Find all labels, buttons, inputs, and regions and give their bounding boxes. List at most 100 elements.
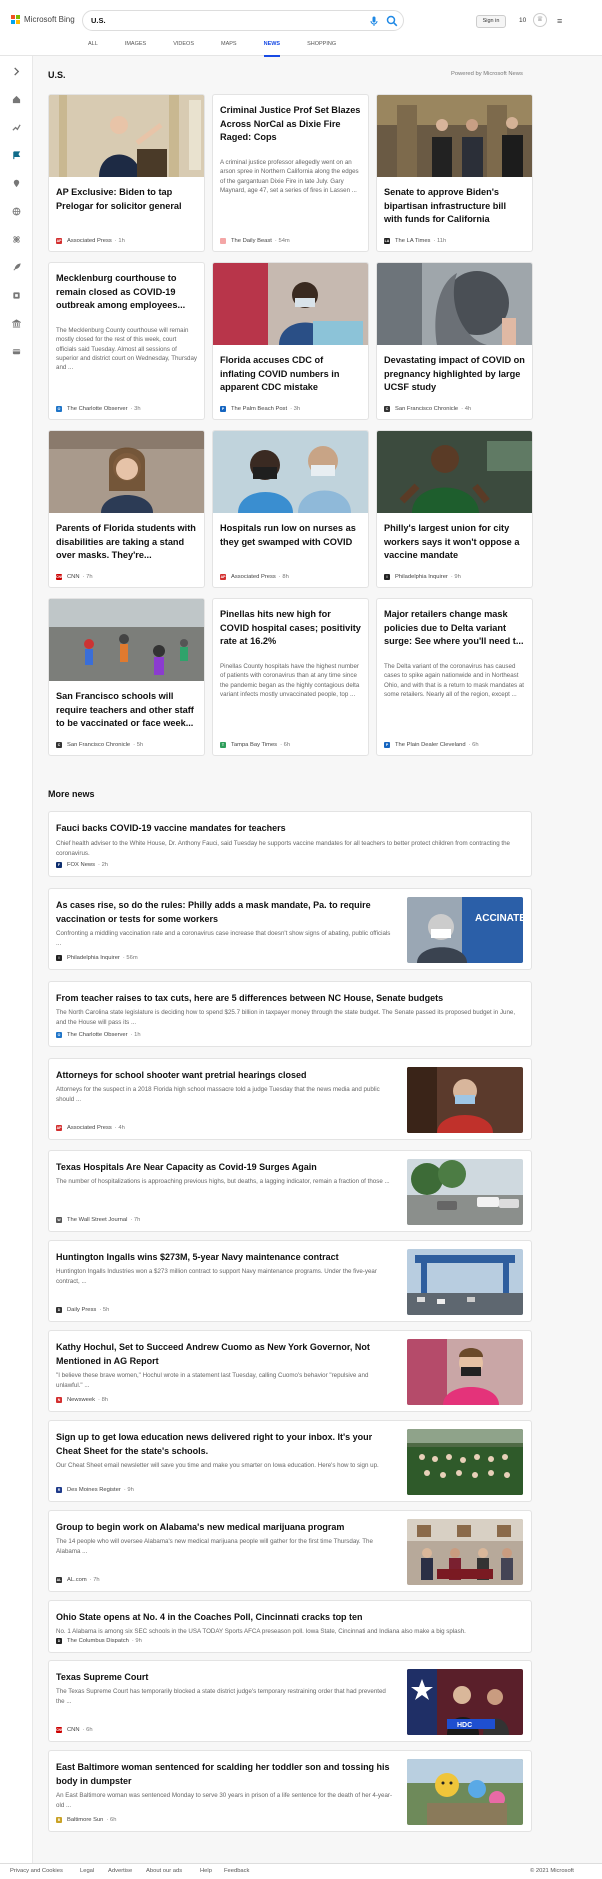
more-news-title[interactable]: Ohio State opens at No. 4 in the Coaches… [56, 1611, 523, 1625]
more-news-source[interactable]: N Newsweek · 8h [56, 1397, 108, 1403]
more-news-source[interactable]: D The Columbus Dispatch · 9h [56, 1638, 142, 1644]
search-input[interactable] [91, 14, 341, 27]
tab-images[interactable]: IMAGES [125, 41, 146, 53]
footer-link-legal[interactable]: Legal [80, 1868, 94, 1874]
footer-link-feedback[interactable]: Feedback [224, 1868, 249, 1874]
microphone-icon[interactable] [368, 15, 380, 27]
footer-link-help[interactable]: Help [200, 1868, 212, 1874]
news-card-source[interactable]: AP Associated Press · 8h [220, 574, 289, 580]
more-news-source[interactable]: W The Wall Street Journal · 7h [56, 1217, 140, 1223]
news-card[interactable]: Mecklenburg courthouse to remain closed … [48, 262, 205, 420]
more-news-item[interactable]: Texas Hospitals Are Near Capacity as Cov… [48, 1150, 532, 1232]
more-news-item[interactable]: Attorneys for school shooter want pretri… [48, 1058, 532, 1140]
footer-link-about-ads[interactable]: About our ads [146, 1868, 182, 1874]
tab-all[interactable]: ALL [88, 41, 98, 53]
more-news-item[interactable]: Kathy Hochul, Set to Succeed Andrew Cuom… [48, 1330, 532, 1412]
news-card[interactable]: Senate to approve Biden's bipartisan inf… [376, 94, 533, 252]
news-card-source[interactable]: P The Palm Beach Post · 3h [220, 406, 300, 412]
world-globe-icon[interactable] [11, 206, 22, 217]
more-news-item[interactable]: As cases rise, so do the rules: Philly a… [48, 888, 532, 970]
tab-shopping[interactable]: SHOPPING [307, 41, 336, 53]
trophy-icon[interactable]: ♕ [533, 13, 547, 27]
news-card[interactable]: Philly's largest union for city workers … [376, 430, 533, 588]
technology-rocket-icon[interactable] [11, 262, 22, 273]
more-news-source[interactable]: F FOX News · 2h [56, 862, 108, 868]
news-card[interactable]: San Francisco schools will require teach… [48, 598, 205, 756]
news-card-source[interactable]: O The Charlotte Observer · 3h [56, 406, 141, 412]
politics-building-icon[interactable] [11, 318, 22, 329]
us-news-flag-icon[interactable] [11, 150, 22, 161]
more-news-item[interactable]: Huntington Ingalls wins $273M, 5-year Na… [48, 1240, 532, 1322]
news-card-source[interactable]: C San Francisco Chronicle · 4h [384, 406, 471, 412]
news-card[interactable]: Criminal Justice Prof Set Blazes Across … [212, 94, 369, 252]
news-card-title[interactable]: Hospitals run low on nurses as they get … [220, 522, 361, 549]
news-card-source[interactable]: CNN CNN · 7h [56, 574, 93, 580]
bing-logo[interactable]: Microsoft Bing [11, 15, 75, 24]
news-card-source[interactable]: AP Associated Press · 1h [56, 238, 125, 244]
expand-rail-icon[interactable] [11, 66, 22, 77]
more-news-source[interactable]: AL AL.com · 7h [56, 1577, 100, 1583]
news-card[interactable]: Hospitals run low on nurses as they get … [212, 430, 369, 588]
more-news-item[interactable]: Ohio State opens at No. 4 in the Coaches… [48, 1600, 532, 1653]
news-card-title[interactable]: Major retailers change mask policies due… [384, 608, 525, 649]
news-card[interactable]: Pinellas hits new high for COVID hospita… [212, 598, 369, 756]
news-card-title[interactable]: Parents of Florida students with disabil… [56, 522, 197, 563]
more-news-title[interactable]: Group to begin work on Alabama's new med… [56, 1521, 395, 1535]
news-card-source[interactable]: LA The LA Times · 11h [384, 238, 446, 244]
science-icon[interactable] [11, 234, 22, 245]
more-news-title[interactable]: Huntington Ingalls wins $273M, 5-year Na… [56, 1251, 395, 1265]
news-card-source[interactable]: The Daily Beast · 54m [220, 238, 290, 244]
money-card-icon[interactable] [11, 346, 22, 357]
rewards-points[interactable]: 10 [519, 17, 526, 24]
more-news-source[interactable]: O The Charlotte Observer · 1h [56, 1032, 141, 1038]
news-card-title[interactable]: Devastating impact of COVID on pregnancy… [384, 354, 525, 395]
more-news-title[interactable]: Fauci backs COVID-19 vaccine mandates fo… [56, 822, 523, 836]
sign-in-button[interactable]: Sign in [476, 15, 506, 28]
news-card[interactable]: Parents of Florida students with disabil… [48, 430, 205, 588]
more-news-title[interactable]: Attorneys for school shooter want pretri… [56, 1069, 395, 1083]
trending-icon[interactable] [11, 122, 22, 133]
news-card-title[interactable]: Criminal Justice Prof Set Blazes Across … [220, 104, 361, 145]
more-news-title[interactable]: East Baltimore woman sentenced for scald… [56, 1761, 395, 1788]
entertainment-film-icon[interactable] [11, 290, 22, 301]
news-card-source[interactable]: C San Francisco Chronicle · 5h [56, 742, 143, 748]
location-pin-icon[interactable] [11, 178, 22, 189]
more-news-item[interactable]: Texas Supreme Court The Texas Supreme Co… [48, 1660, 532, 1742]
more-news-source[interactable]: D Daily Press · 5h [56, 1307, 109, 1313]
news-card-title[interactable]: Mecklenburg courthouse to remain closed … [56, 272, 197, 313]
news-card-title[interactable]: San Francisco schools will require teach… [56, 690, 197, 731]
more-news-title[interactable]: Texas Hospitals Are Near Capacity as Cov… [56, 1161, 395, 1175]
footer-link-privacy[interactable]: Privacy and Cookies [10, 1868, 63, 1874]
more-news-title[interactable]: Kathy Hochul, Set to Succeed Andrew Cuom… [56, 1341, 395, 1368]
news-card[interactable]: Florida accuses CDC of inflating COVID n… [212, 262, 369, 420]
more-news-item[interactable]: Sign up to get Iowa education news deliv… [48, 1420, 532, 1502]
news-card-source[interactable]: T Tampa Bay Times · 6h [220, 742, 290, 748]
more-news-source[interactable]: CNN CNN · 6h [56, 1727, 93, 1733]
more-news-title[interactable]: As cases rise, so do the rules: Philly a… [56, 899, 395, 926]
more-news-title[interactable]: Texas Supreme Court [56, 1671, 395, 1685]
home-icon[interactable] [11, 94, 22, 105]
news-card-source[interactable]: I Philadelphia Inquirer · 9h [384, 574, 461, 580]
tab-videos[interactable]: VIDEOS [173, 41, 194, 53]
more-news-item[interactable]: Fauci backs COVID-19 vaccine mandates fo… [48, 811, 532, 877]
more-news-item[interactable]: Group to begin work on Alabama's new med… [48, 1510, 532, 1592]
more-news-source[interactable]: R Des Moines Register · 9h [56, 1487, 134, 1493]
news-card-title[interactable]: Philly's largest union for city workers … [384, 522, 525, 563]
news-card[interactable]: Major retailers change mask policies due… [376, 598, 533, 756]
tab-maps[interactable]: MAPS [221, 41, 237, 53]
news-card-title[interactable]: Pinellas hits new high for COVID hospita… [220, 608, 361, 649]
menu-icon[interactable]: ≡ [557, 16, 562, 26]
news-card[interactable]: Devastating impact of COVID on pregnancy… [376, 262, 533, 420]
search-icon[interactable] [386, 15, 398, 27]
more-news-title[interactable]: Sign up to get Iowa education news deliv… [56, 1431, 395, 1458]
powered-by-label[interactable]: Powered by Microsoft News [451, 71, 523, 77]
more-news-source[interactable]: B Baltimore Sun · 6h [56, 1817, 116, 1823]
more-news-source[interactable]: AP Associated Press · 4h [56, 1125, 125, 1131]
footer-link-advertise[interactable]: Advertise [108, 1868, 132, 1874]
more-news-source[interactable]: I Philadelphia Inquirer · 56m [56, 955, 138, 961]
more-news-item[interactable]: From teacher raises to tax cuts, here ar… [48, 981, 532, 1047]
news-card-title[interactable]: AP Exclusive: Biden to tap Prelogar for … [56, 186, 197, 213]
more-news-item[interactable]: East Baltimore woman sentenced for scald… [48, 1750, 532, 1832]
news-card-title[interactable]: Senate to approve Biden's bipartisan inf… [384, 186, 525, 227]
more-news-title[interactable]: From teacher raises to tax cuts, here ar… [56, 992, 523, 1006]
